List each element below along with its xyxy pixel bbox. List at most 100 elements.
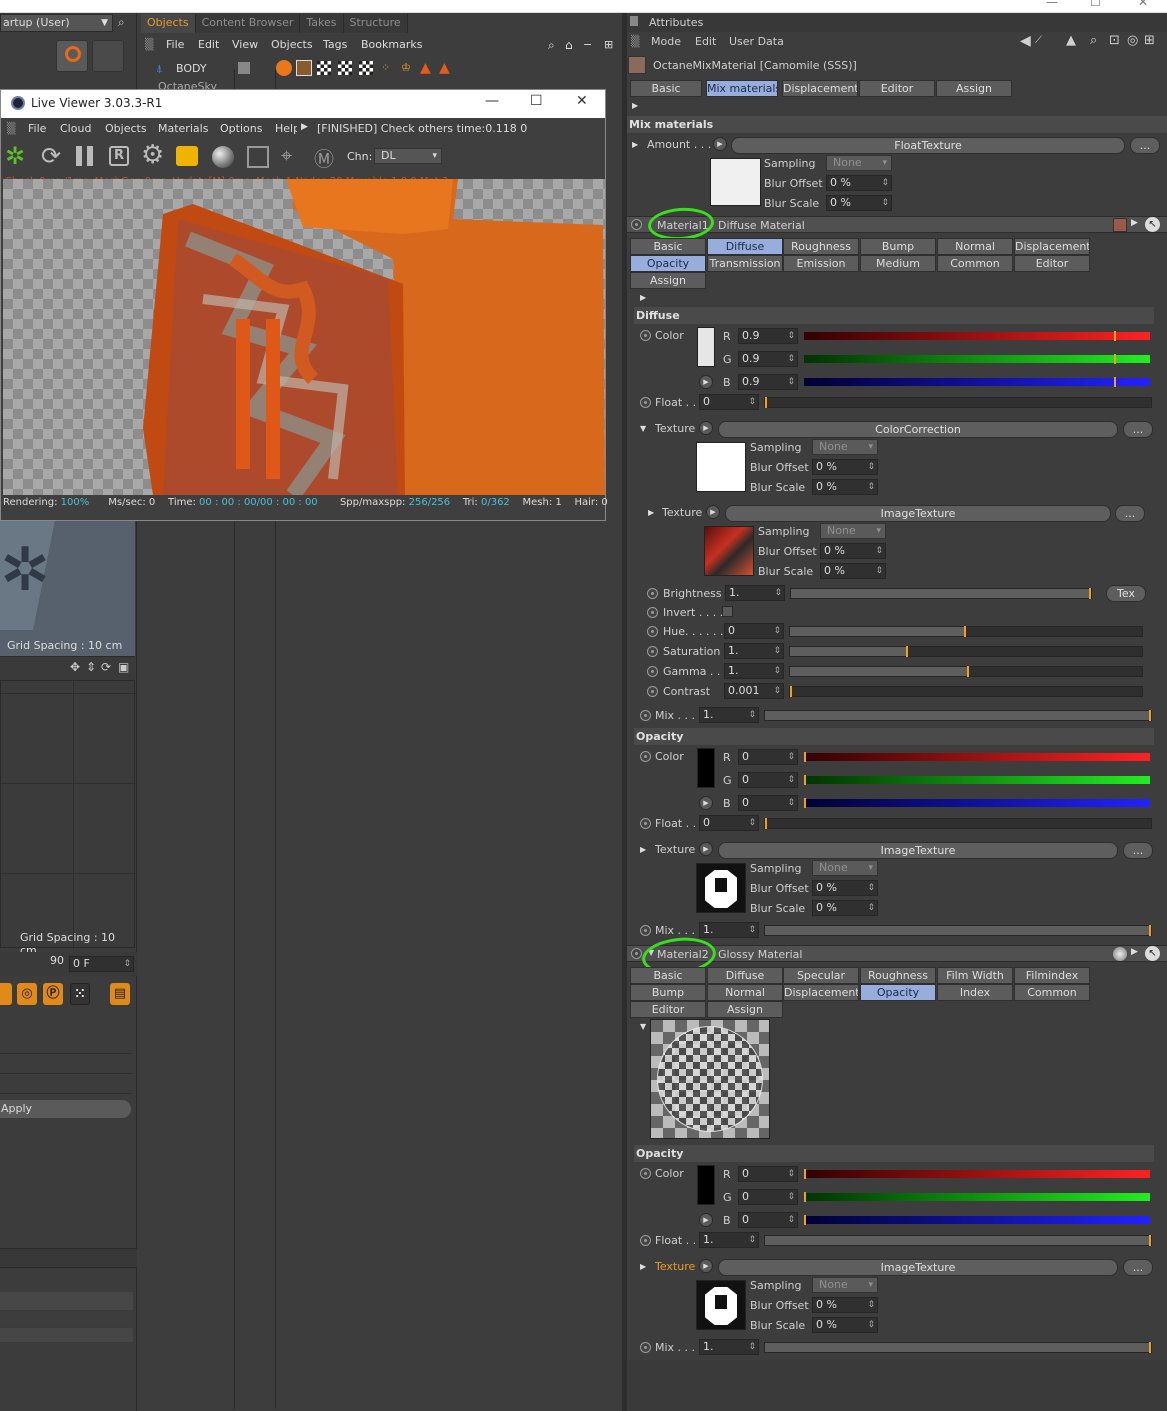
float-radio[interactable]	[640, 818, 651, 829]
material-tab[interactable]: Assign	[707, 1001, 783, 1018]
g-slider[interactable]	[804, 775, 1150, 785]
material-tab[interactable]: Opacity	[860, 984, 936, 1001]
invert-radio[interactable]	[647, 607, 658, 618]
tab-editor[interactable]: Editor	[859, 80, 935, 97]
r-field[interactable]: 0	[738, 749, 798, 765]
expand-arrow-icon[interactable]: ▶	[632, 140, 638, 149]
menu-edit[interactable]: Edit	[695, 35, 716, 48]
more-button[interactable]: ...	[1115, 505, 1145, 522]
triangle-tag-icon[interactable]: ▲	[420, 60, 431, 76]
hue-radio[interactable]	[647, 626, 658, 637]
collapse-arrow-icon[interactable]: ▼	[640, 1022, 646, 1031]
settings-gear-icon[interactable]: ⚙	[141, 140, 164, 170]
lock-icon[interactable]: ⊡	[1109, 33, 1120, 48]
material-tab[interactable]: Common	[1014, 984, 1090, 1001]
menu-file[interactable]: File	[28, 122, 46, 135]
float-slider[interactable]	[764, 1235, 1152, 1246]
material-tab[interactable]: Basic	[630, 238, 706, 255]
r-field[interactable]: 0	[738, 1166, 798, 1182]
g-field[interactable]: 0	[738, 772, 798, 788]
b-field[interactable]: 0.9	[738, 374, 798, 390]
more-button[interactable]: ...	[1123, 842, 1153, 859]
minus-icon[interactable]: −	[583, 38, 592, 51]
saturation-radio[interactable]	[647, 646, 658, 657]
triangle-tag-icon[interactable]: ▲	[439, 60, 450, 76]
link-arrow-icon[interactable]: ▶	[713, 137, 727, 151]
new-panel-icon[interactable]: ⊞	[1144, 33, 1155, 48]
tab-takes[interactable]: Takes	[300, 14, 344, 33]
sampling-select[interactable]: None	[820, 523, 886, 539]
cursor-icon[interactable]: ↖	[1145, 946, 1160, 961]
material-tab[interactable]: Opacity	[630, 255, 706, 272]
blur-offset-field[interactable]: 0 %	[812, 880, 878, 896]
attr-row[interactable]	[0, 1038, 132, 1054]
target-icon[interactable]: ◎	[1127, 33, 1138, 48]
mix-radio[interactable]	[640, 710, 651, 721]
layout-select[interactable]: artup (User) ▼	[0, 14, 113, 32]
material-tab[interactable]: Roughness	[783, 238, 859, 255]
sampling-select[interactable]: None	[812, 860, 878, 876]
sampling-select[interactable]: None	[812, 1277, 878, 1293]
search-icon[interactable]: ⌕	[1090, 33, 1097, 48]
texture-tag-icon[interactable]	[359, 61, 373, 75]
search-icon[interactable]: ⌕	[548, 38, 555, 53]
saturation-slider[interactable]	[789, 646, 1143, 657]
chevron-right-icon[interactable]: ▶	[1131, 218, 1138, 228]
restart-icon[interactable]: ⟳	[41, 142, 61, 170]
contrast-radio[interactable]	[647, 686, 658, 697]
b-field[interactable]: 0	[738, 795, 798, 811]
visibility-icon[interactable]	[238, 62, 250, 74]
opacity-color-swatch[interactable]	[697, 1165, 715, 1205]
back-arrow-icon[interactable]: ◀	[1020, 33, 1031, 49]
viewport-bottom[interactable]: Grid Spacing : 10 cm	[0, 680, 136, 957]
pause-icon[interactable]	[76, 146, 82, 166]
maximize-icon[interactable]: ☐	[530, 93, 543, 109]
b-field[interactable]: 0	[738, 1212, 798, 1228]
attr-row[interactable]	[0, 1078, 132, 1094]
more-button[interactable]: ...	[1130, 137, 1160, 154]
expand-arrow-icon[interactable]: ▶	[640, 1262, 646, 1271]
hue-slider[interactable]	[789, 626, 1143, 637]
color-radio[interactable]	[640, 751, 651, 762]
gamma-field[interactable]: 1.	[724, 663, 784, 679]
brightness-radio[interactable]	[647, 588, 658, 599]
float-radio[interactable]	[640, 1235, 651, 1246]
blur-scale-field[interactable]: 0 %	[820, 563, 886, 579]
crown-tag-icon[interactable]: ♔	[401, 61, 411, 74]
magnify-tool-icon[interactable]	[56, 40, 88, 72]
material2-value[interactable]: Glossy Material	[718, 948, 802, 961]
blur-offset-field[interactable]: 0 %	[812, 1297, 878, 1313]
link-arrow-icon[interactable]: ▶	[699, 1213, 713, 1227]
sampling-select[interactable]: None	[812, 439, 878, 455]
blur-offset-field[interactable]: 0 %	[820, 543, 886, 559]
colorcorrection-button[interactable]: ColorCorrection	[718, 421, 1118, 438]
menu-objects[interactable]: Objects	[105, 122, 147, 135]
chevron-right-icon[interactable]: ▶	[301, 122, 308, 132]
g-slider[interactable]	[804, 1192, 1150, 1202]
more-button[interactable]: ...	[1123, 421, 1153, 438]
imagetexture-button[interactable]: ImageTexture	[718, 842, 1118, 859]
link-arrow-icon[interactable]: ▶	[699, 796, 713, 810]
material-tab[interactable]: Displacement	[783, 984, 859, 1001]
link-arrow-icon[interactable]: ▶	[699, 1259, 713, 1273]
cursor-icon[interactable]: ↖	[1145, 217, 1160, 232]
menu-edit[interactable]: Edit	[198, 38, 219, 51]
blur-offset-field[interactable]: 0 %	[826, 175, 892, 191]
tab-mix-materials[interactable]: Mix materials	[706, 80, 778, 97]
material-tab[interactable]: Editor	[630, 1001, 706, 1018]
blur-offset-field[interactable]: 0 %	[812, 459, 878, 475]
viewport-top[interactable]: ✲ Grid Spacing : 10 cm	[0, 520, 135, 656]
list-row[interactable]	[0, 1292, 133, 1310]
material-tab[interactable]: Index	[937, 984, 1013, 1001]
gamma-slider[interactable]	[789, 666, 1143, 677]
expand-arrow-icon[interactable]: ▶	[632, 101, 638, 110]
blur-scale-field[interactable]: 0 %	[812, 900, 878, 916]
expand-icon[interactable]: ⊞	[604, 38, 613, 51]
updown-icon[interactable]: ⇕	[86, 660, 96, 674]
channel-select[interactable]: DL	[374, 148, 442, 164]
menu-options[interactable]: Options	[220, 122, 262, 135]
dots-tag-icon[interactable]: ⁘	[381, 61, 390, 74]
hue-field[interactable]: 0	[724, 623, 784, 639]
region-icon[interactable]: R	[109, 146, 129, 166]
menu-view[interactable]: View	[232, 38, 258, 51]
